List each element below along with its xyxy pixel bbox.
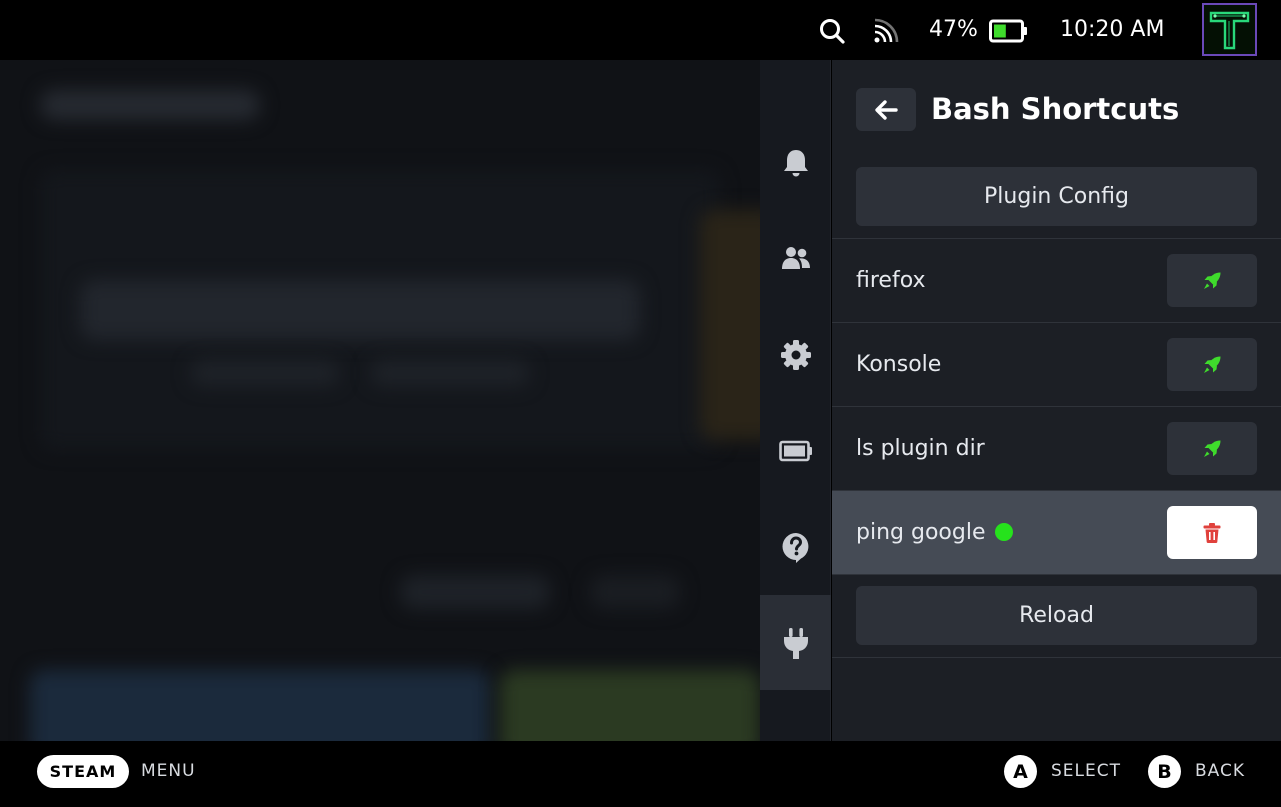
- shortcut-row-firefox[interactable]: firefox: [832, 238, 1281, 322]
- b-button-glyph: B: [1148, 755, 1181, 788]
- rail-item-help[interactable]: [760, 499, 831, 594]
- stop-shortcut-button[interactable]: [1167, 506, 1257, 559]
- shortcut-label: firefox: [856, 268, 926, 293]
- shortcut-row-ls-plugin-dir[interactable]: ls plugin dir: [832, 406, 1281, 490]
- plugin-config-button[interactable]: Plugin Config: [856, 167, 1257, 226]
- background-content: [0, 60, 760, 741]
- battery-percent: 47%: [929, 17, 978, 42]
- menu-label: MENU: [141, 761, 196, 781]
- avatar-logo: [1204, 5, 1255, 54]
- rail-item-notifications[interactable]: [760, 115, 831, 210]
- steam-button[interactable]: STEAM: [37, 755, 129, 788]
- shortcut-label: ping google: [856, 520, 986, 545]
- status-bar: 47% 10:20 AM: [0, 0, 1281, 60]
- shortcut-label: Konsole: [856, 352, 942, 377]
- a-button-glyph: A: [1004, 755, 1037, 788]
- divider: [832, 657, 1281, 658]
- rail-item-performance[interactable]: [760, 403, 831, 498]
- select-label: SELECT: [1051, 761, 1121, 781]
- plug-icon: [783, 627, 808, 659]
- run-shortcut-button[interactable]: [1167, 254, 1257, 307]
- page-title: Bash Shortcuts: [931, 92, 1180, 126]
- rocket-icon: [1204, 356, 1221, 373]
- divider: [832, 574, 1281, 575]
- battery-icon: [989, 19, 1027, 43]
- back-button[interactable]: [856, 88, 916, 131]
- footer-hints: STEAM MENU A SELECT B BACK: [0, 741, 1281, 807]
- back-label: BACK: [1195, 761, 1246, 781]
- rocket-icon: [1204, 440, 1221, 457]
- rocket-icon: [1204, 272, 1221, 289]
- friends-icon: [781, 246, 810, 269]
- rail-item-plugins[interactable]: [760, 595, 831, 690]
- running-status-dot: [995, 523, 1014, 541]
- shortcut-label: ls plugin dir: [856, 436, 985, 461]
- run-shortcut-button[interactable]: [1167, 422, 1257, 475]
- rail-item-settings[interactable]: [760, 307, 831, 402]
- rail-item-friends[interactable]: [760, 211, 831, 306]
- shortcut-row-ping-google[interactable]: ping google: [832, 490, 1281, 574]
- help-icon: [782, 532, 808, 563]
- trash-icon: [1203, 522, 1221, 543]
- wifi-signal-icon: [874, 18, 899, 43]
- clock: 10:20 AM: [1060, 17, 1165, 42]
- quick-access-rail: [760, 60, 831, 741]
- shortcut-row-konsole[interactable]: Konsole: [832, 322, 1281, 406]
- battery-icon: [778, 440, 812, 461]
- arrow-left-icon: [875, 99, 898, 120]
- run-shortcut-button[interactable]: [1167, 338, 1257, 391]
- shortcut-label-wrap: ping google: [856, 491, 1014, 575]
- gear-icon: [780, 339, 811, 370]
- search-icon[interactable]: [818, 17, 846, 45]
- plugin-panel: Bash Shortcuts Plugin Config firefox Kon…: [832, 60, 1281, 741]
- bell-icon: [783, 149, 808, 176]
- user-avatar[interactable]: [1202, 3, 1257, 56]
- reload-button[interactable]: Reload: [856, 586, 1257, 645]
